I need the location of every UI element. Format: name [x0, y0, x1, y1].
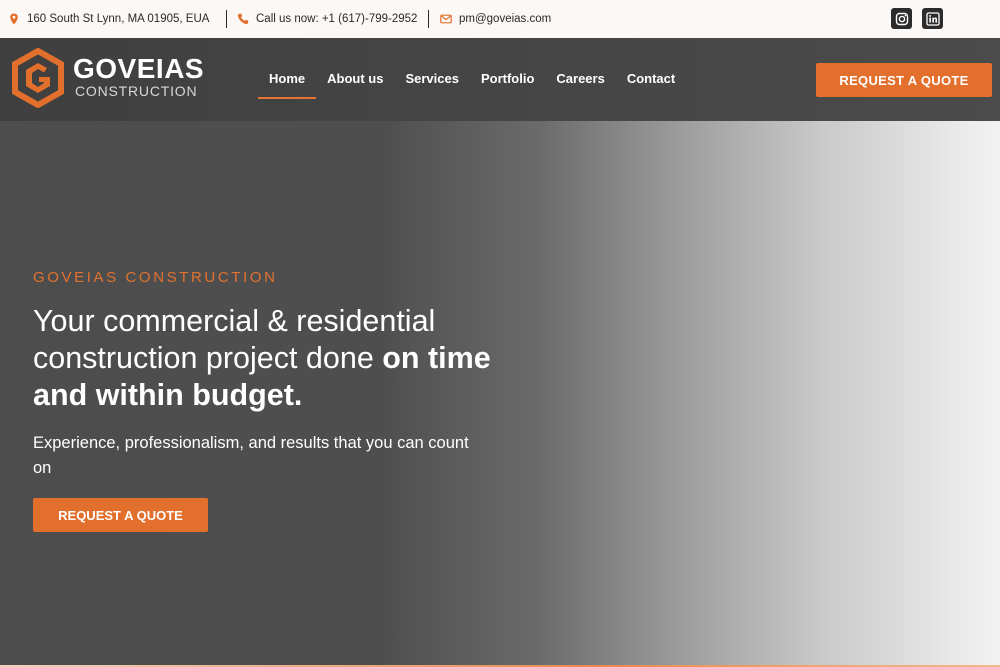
- envelope-icon: [440, 14, 452, 24]
- linkedin-icon: [925, 11, 940, 26]
- topbar-divider: [226, 10, 227, 28]
- phone-text[interactable]: Call us now: +1 (617)-799-2952: [256, 13, 417, 25]
- request-quote-header-button[interactable]: REQUEST A QUOTE: [816, 63, 992, 97]
- phone-icon: [237, 13, 249, 25]
- request-quote-hero-button[interactable]: REQUEST A QUOTE: [33, 498, 208, 532]
- email-item[interactable]: pm@goveias.com: [440, 12, 551, 26]
- hero-headline: Your commercial & residential constructi…: [33, 303, 493, 414]
- hero-section: GOVEIAS CONSTRUCTION Your commercial & r…: [0, 121, 1000, 667]
- instagram-icon: [895, 12, 908, 25]
- linkedin-link[interactable]: [922, 8, 943, 29]
- address-text: 160 South St Lynn, MA 01905, EUA: [27, 13, 210, 25]
- logo-tagline: CONSTRUCTION: [75, 83, 198, 99]
- phone-item[interactable]: Call us now: +1 (617)-799-2952: [237, 12, 417, 26]
- nav-item-home[interactable]: Home: [258, 38, 317, 121]
- top-bar: 160 South St Lynn, MA 01905, EUA Call us…: [0, 0, 1000, 38]
- nav-item-careers[interactable]: Careers: [545, 38, 615, 121]
- hero-eyebrow: GOVEIAS CONSTRUCTION: [33, 269, 278, 286]
- email-text[interactable]: pm@goveias.com: [459, 13, 551, 25]
- hero-headline-regular: Your commercial & residential constructi…: [33, 304, 436, 375]
- hero-subtext: Experience, professionalism, and results…: [33, 434, 469, 477]
- main-nav: Home About us Services Portfolio Careers…: [258, 38, 686, 121]
- nav-item-portfolio[interactable]: Portfolio: [470, 38, 545, 121]
- nav-item-services[interactable]: Services: [394, 38, 470, 121]
- site-header: GOVEIAS CONSTRUCTION Home About us Servi…: [0, 38, 1000, 121]
- topbar-divider: [428, 10, 429, 28]
- address-item: 160 South St Lynn, MA 01905, EUA: [8, 12, 209, 26]
- goveias-logo-icon[interactable]: [11, 48, 65, 108]
- nav-item-about-us[interactable]: About us: [316, 38, 394, 121]
- instagram-link[interactable]: [891, 8, 912, 29]
- nav-item-contact[interactable]: Contact: [616, 38, 686, 121]
- map-pin-icon: [10, 13, 18, 25]
- logo-wordmark[interactable]: GOVEIAS: [73, 54, 204, 84]
